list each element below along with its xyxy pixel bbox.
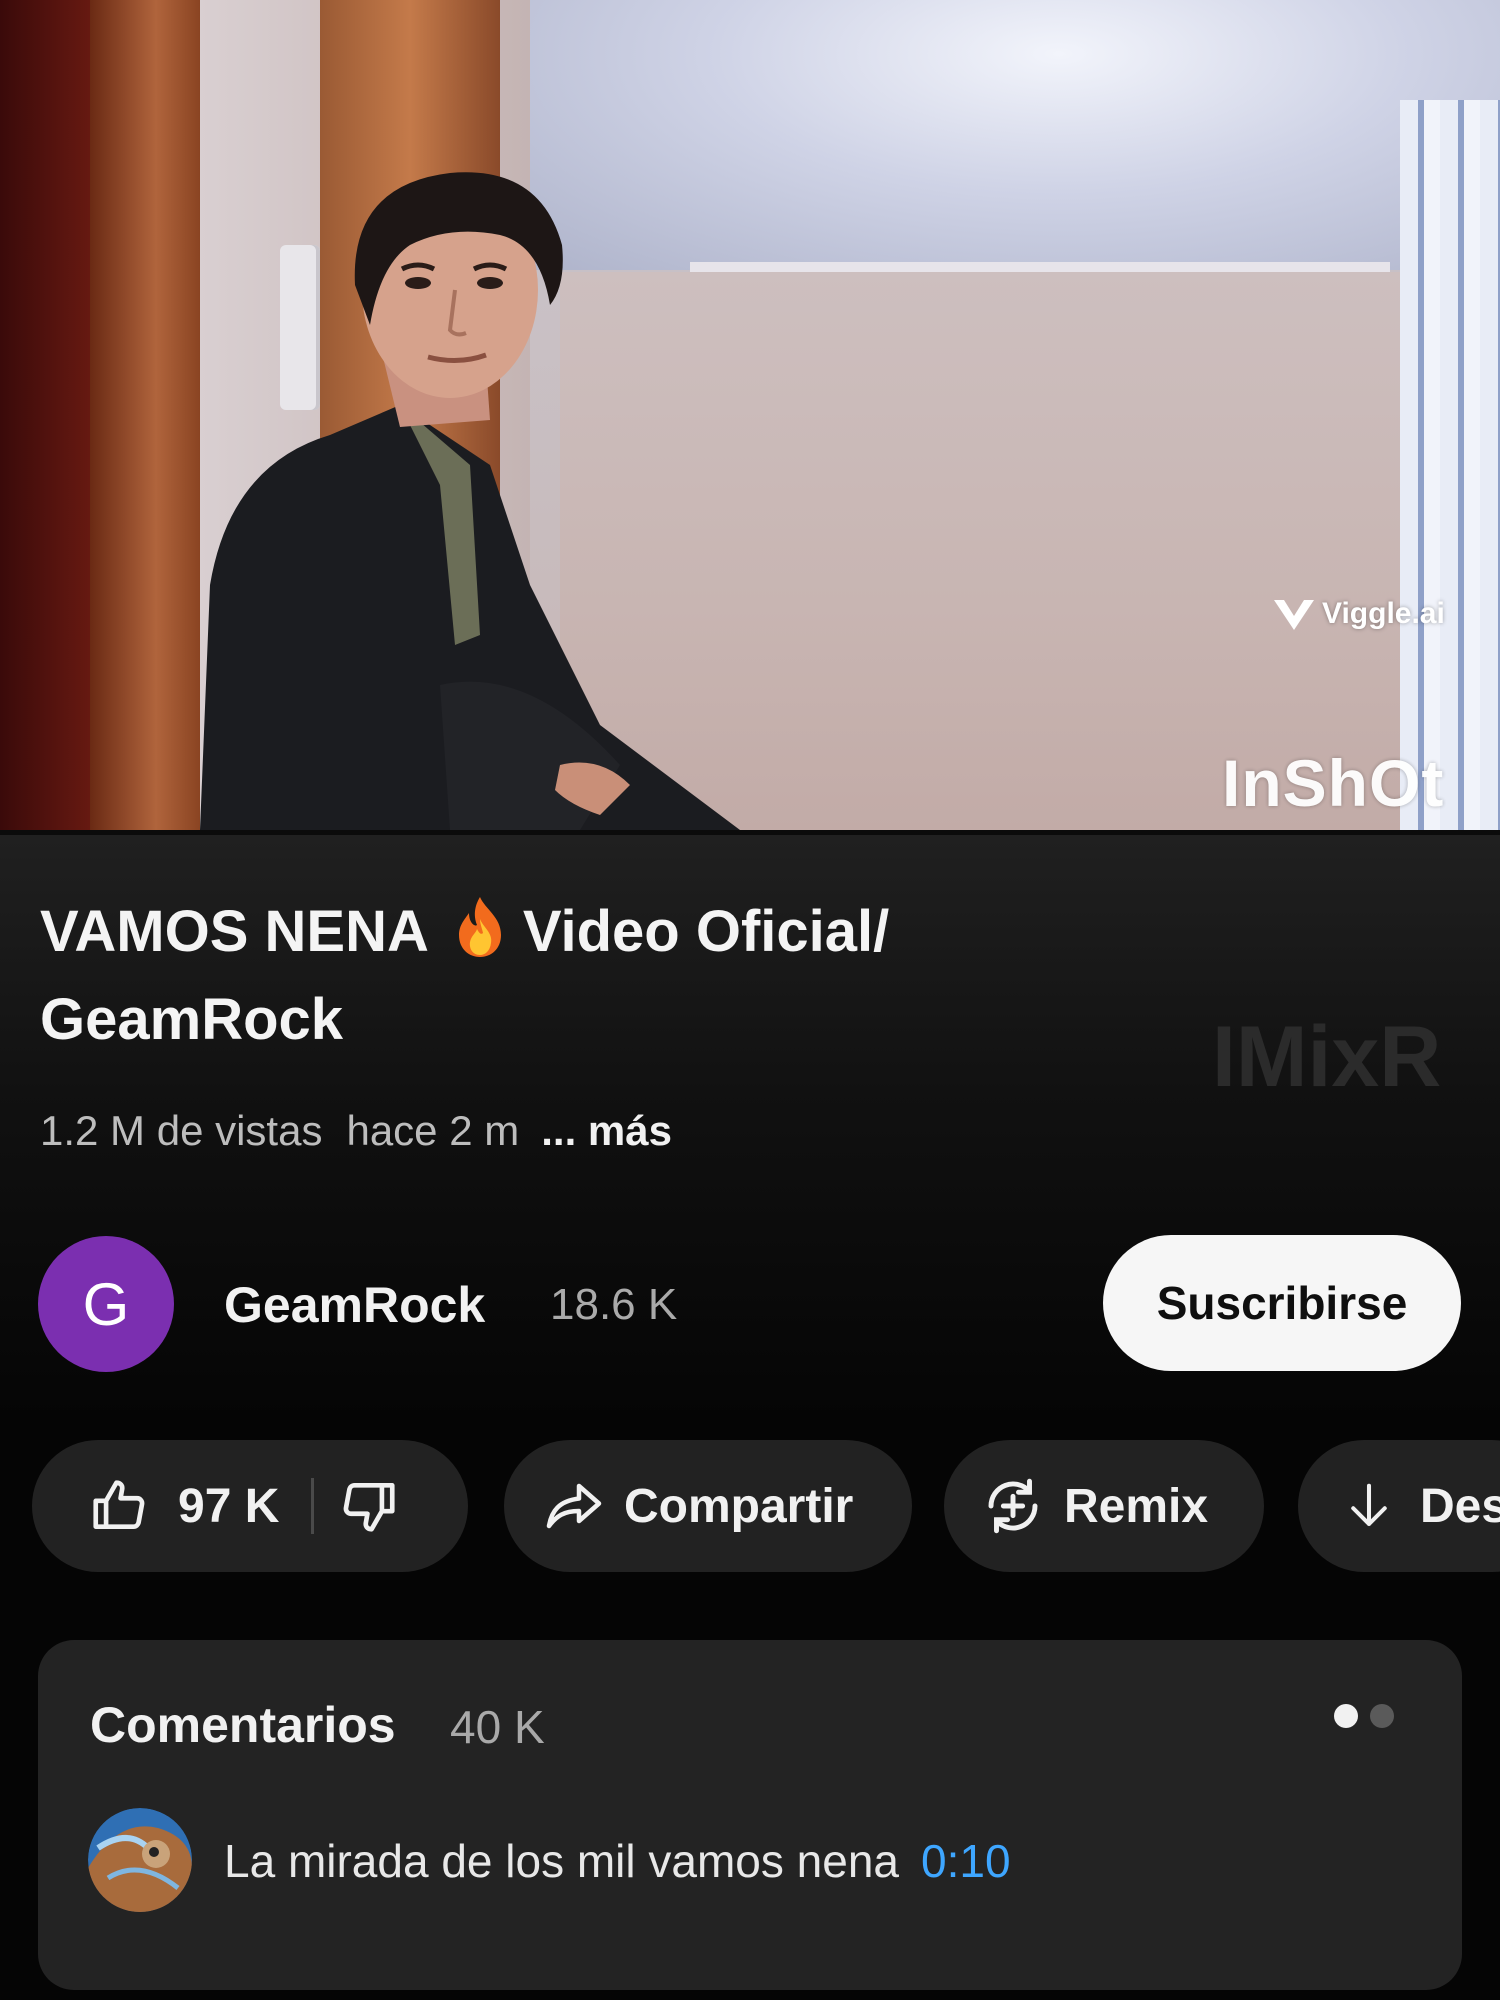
share-label: Compartir	[624, 1479, 854, 1533]
action-bar: 97 K Compartir Remix Des	[32, 1440, 1500, 1572]
video-meta[interactable]: 1.2 M de vistas hace 2 m ... más	[40, 1107, 672, 1155]
thumbs-down-icon[interactable]	[338, 1475, 400, 1537]
comment-timestamp-link[interactable]: 0:10	[921, 1835, 1011, 1887]
remix-icon	[988, 1478, 1038, 1534]
comments-title: Comentarios	[90, 1697, 396, 1753]
remix-label: Remix	[1064, 1479, 1209, 1533]
video-title[interactable]: VAMOS NENA Video Oficial/ GeamRock	[40, 888, 1170, 1064]
channel-avatar[interactable]: G	[38, 1236, 174, 1372]
video-door-frame	[90, 0, 200, 830]
carousel-dot-active	[1334, 1704, 1358, 1728]
more-link[interactable]: ... más	[541, 1107, 672, 1154]
like-dislike-pill: 97 K	[32, 1440, 468, 1572]
commenter-avatar[interactable]	[88, 1808, 192, 1912]
thumbs-up-icon[interactable]	[88, 1475, 150, 1537]
video-ceiling-trim	[690, 262, 1390, 272]
carousel-dots	[1334, 1704, 1394, 1728]
video-title-part1: VAMOS NENA	[40, 899, 429, 964]
video-title-part2: Video Oficial/	[522, 899, 890, 964]
remix-button[interactable]: Remix	[944, 1440, 1264, 1572]
video-title-line2: GeamRock	[40, 987, 344, 1052]
channel-row: G GeamRock 18.6 K Suscribirse	[38, 1232, 1468, 1372]
view-count: 1.2 M de vistas	[40, 1107, 323, 1154]
comments-count: 40 K	[450, 1701, 545, 1753]
like-divider	[311, 1478, 315, 1534]
comments-card[interactable]: Comentarios 40 K La mirada de los mil va…	[38, 1640, 1462, 1990]
viggle-watermark: Viggle.ai	[1272, 596, 1445, 632]
upload-age: hace 2 m	[346, 1107, 520, 1154]
video-curtain	[1400, 100, 1500, 830]
subscriber-count: 18.6 K	[550, 1280, 678, 1329]
imixr-watermark: IMixR	[1212, 1009, 1442, 1105]
download-label: Des	[1420, 1479, 1500, 1533]
channel-name[interactable]: GeamRock	[224, 1276, 485, 1334]
viggle-logo-icon	[1274, 600, 1314, 630]
top-comment-text: La mirada de los mil vamos nena	[224, 1835, 899, 1887]
carousel-dot	[1370, 1704, 1394, 1728]
video-person	[200, 172, 740, 830]
download-button[interactable]: Des	[1298, 1440, 1500, 1572]
download-arrow-icon	[1351, 1483, 1387, 1527]
fire-icon	[458, 897, 501, 957]
viggle-text: Viggle.ai	[1322, 597, 1445, 630]
share-arrow-icon	[546, 1483, 602, 1529]
video-player[interactable]: Viggle.ai InShOt	[0, 0, 1500, 830]
subscribe-button[interactable]: Suscribirse	[1103, 1235, 1461, 1371]
share-button[interactable]: Compartir	[504, 1440, 912, 1572]
top-comment[interactable]: La mirada de los mil vamos nena 0:10	[224, 1834, 1011, 1888]
inshot-watermark: InShOt	[1222, 746, 1445, 820]
channel-avatar-letter: G	[82, 1270, 130, 1338]
like-count[interactable]: 97 K	[178, 1479, 279, 1534]
